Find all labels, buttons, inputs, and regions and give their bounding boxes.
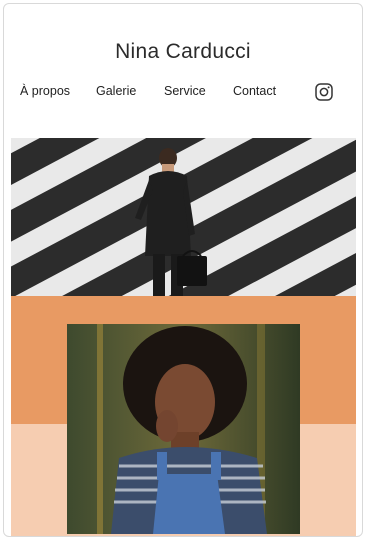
site-title: Nina Carducci <box>115 40 251 63</box>
nav-link-service[interactable]: Service <box>164 84 206 98</box>
portrait-image <box>67 324 300 534</box>
nav-link-about[interactable]: À propos <box>20 84 70 98</box>
main-nav: À propos Galerie Service Contact <box>4 84 362 106</box>
page-frame: Nina Carducci À propos Galerie Service C… <box>3 3 363 537</box>
nav-link-contact[interactable]: Contact <box>233 84 276 98</box>
nav-link-gallery[interactable]: Galerie <box>96 84 136 98</box>
hero-image <box>11 138 356 296</box>
instagram-icon[interactable] <box>314 82 334 102</box>
